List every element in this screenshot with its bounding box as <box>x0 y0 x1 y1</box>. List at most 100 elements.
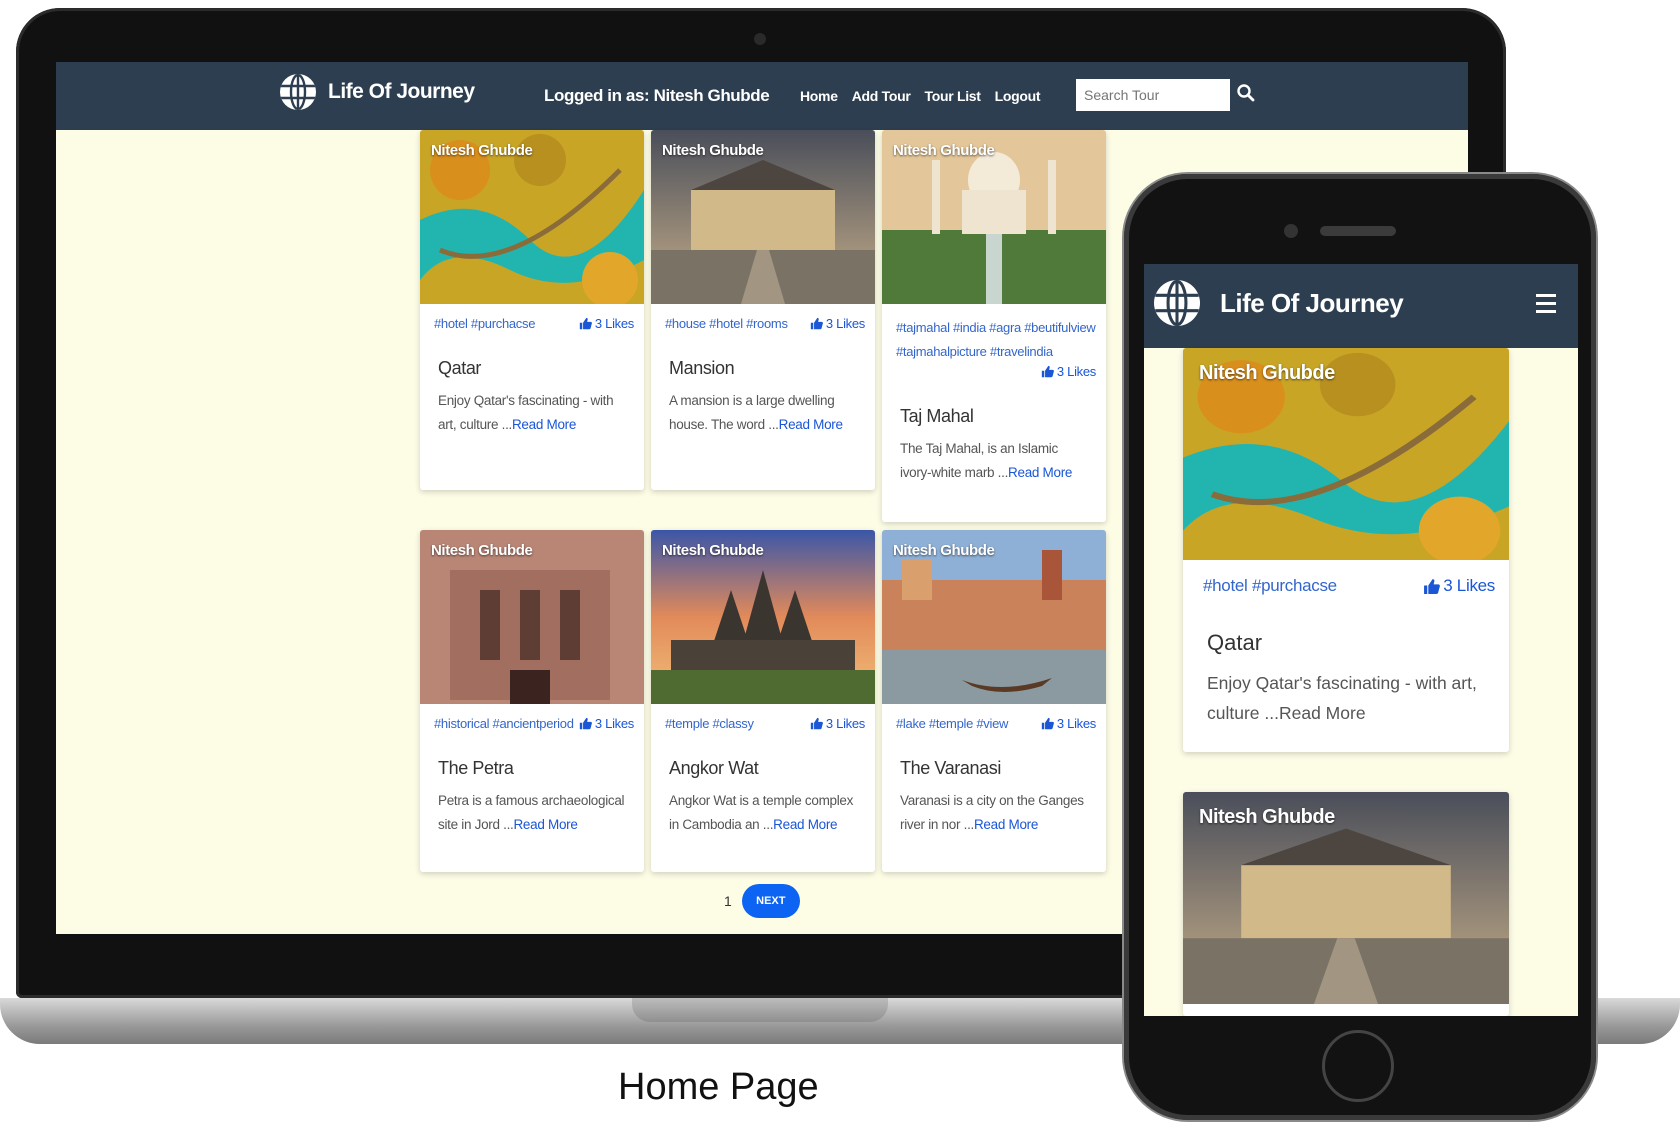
tour-image: Nitesh Ghubde <box>1183 348 1509 560</box>
tour-card[interactable]: Nitesh Ghubde #hotel #purchacse 3 Likes … <box>420 130 644 490</box>
caption: Home Page <box>618 1066 819 1108</box>
card-tags-row: #tajmahal #india #agra #beutifulview #ta… <box>882 304 1106 384</box>
thumbs-up-icon <box>579 317 592 330</box>
card-author: Nitesh Ghubde <box>1199 362 1335 384</box>
search-input[interactable] <box>1076 79 1230 111</box>
card-author: Nitesh Ghubde <box>893 542 995 559</box>
card-tags[interactable]: #historical #ancientperiod <box>434 716 574 731</box>
card-tags-row: #house #hotel #rooms 3 Likes <box>651 304 875 336</box>
tour-image: Nitesh Ghubde <box>882 530 1106 704</box>
nav-tour-list[interactable]: Tour List <box>924 88 980 104</box>
card-likes-count: 3 Likes <box>1056 364 1096 379</box>
card-author: Nitesh Ghubde <box>662 542 764 559</box>
card-likes-count: 3 Likes <box>594 716 634 731</box>
card-likes[interactable]: 3 Likes <box>1041 716 1096 731</box>
card-title: Taj Mahal <box>900 406 974 426</box>
card-description: Petra is a famous archaeological site in… <box>420 779 644 837</box>
card-author: Nitesh Ghubde <box>1199 806 1335 828</box>
card-title: The Petra <box>438 758 514 778</box>
tour-image: Nitesh Ghubde <box>420 130 644 304</box>
card-tags[interactable]: #hotel #purchacse <box>434 316 535 331</box>
card-likes-count: 3 Likes <box>1443 576 1495 595</box>
thumbs-up-icon <box>579 717 592 730</box>
nav-home[interactable]: Home <box>800 88 838 104</box>
navbar: Life Of Journey Logged in as: Nitesh Ghu… <box>56 62 1468 130</box>
card-likes[interactable]: 3 Likes <box>1423 576 1495 596</box>
tour-image: Nitesh Ghubde <box>882 130 1106 304</box>
next-page-button[interactable]: NEXT <box>741 884 800 918</box>
card-likes[interactable]: 3 Likes <box>1041 364 1096 379</box>
laptop-camera <box>754 33 766 45</box>
phone-frame: Life Of Journey Nitesh Ghubde #hotel #pu… <box>1124 174 1596 1120</box>
tour-card[interactable]: Nitesh Ghubde #temple #classy 3 Likes An… <box>651 530 875 872</box>
thumbs-up-icon <box>1041 365 1054 378</box>
card-tags[interactable]: #temple #classy <box>665 716 754 731</box>
card-likes-count: 3 Likes <box>594 316 634 331</box>
laptop-notch <box>632 998 888 1022</box>
search-icon[interactable] <box>1236 83 1256 103</box>
card-title: The Varanasi <box>900 758 1001 778</box>
card-description: The Taj Mahal, is an Islamic ivory-white… <box>882 427 1106 485</box>
tour-image: Nitesh Ghubde <box>420 530 644 704</box>
card-tags-row: #lake #temple #view 3 Likes <box>882 704 1106 736</box>
read-more-link[interactable]: Read More <box>974 817 1038 832</box>
card-tags-row: #hotel #purchacse 3 Likes <box>420 304 644 336</box>
tour-card[interactable]: Nitesh Ghubde #lake #temple #view 3 Like… <box>882 530 1106 872</box>
mobile-tour-card[interactable]: Nitesh Ghubde <box>1183 792 1509 1016</box>
card-likes-count: 3 Likes <box>825 716 865 731</box>
read-more-link[interactable]: Read More <box>779 417 843 432</box>
card-tags[interactable]: #house #hotel #rooms <box>665 316 788 331</box>
mobile-tour-card[interactable]: Nitesh Ghubde #hotel #purchacse 3 Likes … <box>1183 348 1509 752</box>
read-more-link[interactable]: Read More <box>513 817 577 832</box>
phone-home-button[interactable] <box>1322 1030 1394 1102</box>
card-author: Nitesh Ghubde <box>893 142 995 159</box>
card-likes[interactable]: 3 Likes <box>579 316 634 331</box>
hamburger-menu-icon[interactable] <box>1536 294 1556 316</box>
tour-image: Nitesh Ghubde <box>651 530 875 704</box>
brand[interactable]: Life Of Journey <box>280 74 475 110</box>
card-description: Enjoy Qatar's fascinating - with art, cu… <box>420 379 644 437</box>
thumbs-up-icon <box>1424 578 1441 594</box>
read-more-link[interactable]: Read More <box>1279 703 1366 723</box>
logged-in-label: Logged in as: Nitesh Ghubde <box>544 86 770 105</box>
card-author: Nitesh Ghubde <box>662 142 764 159</box>
card-title: Qatar <box>438 358 482 378</box>
read-more-link[interactable]: Read More <box>512 417 576 432</box>
read-more-link[interactable]: Read More <box>1008 465 1072 480</box>
tour-image: Nitesh Ghubde <box>1183 792 1509 1004</box>
card-likes[interactable]: 3 Likes <box>579 716 634 731</box>
thumbs-up-icon <box>810 317 823 330</box>
mobile-brand-name: Life Of Journey <box>1220 287 1404 318</box>
page-number[interactable]: 1 <box>724 893 732 909</box>
read-more-link[interactable]: Read More <box>773 817 837 832</box>
thumbs-up-icon <box>810 717 823 730</box>
card-description: Varanasi is a city on the Ganges river i… <box>882 779 1106 837</box>
thumbs-up-icon <box>1041 717 1054 730</box>
mobile-screen: Life Of Journey Nitesh Ghubde #hotel #pu… <box>1144 264 1578 1016</box>
card-likes[interactable]: 3 Likes <box>810 716 865 731</box>
globe-icon <box>280 74 316 110</box>
card-tags-row: #temple #classy 3 Likes <box>651 704 875 736</box>
card-likes[interactable]: 3 Likes <box>810 316 865 331</box>
mobile-brand[interactable]: Life Of Journey <box>1154 280 1404 326</box>
nav-links: Home Add Tour Tour List Logout <box>800 88 1041 104</box>
tour-card[interactable]: Nitesh Ghubde #house #hotel #rooms 3 Lik… <box>651 130 875 490</box>
tour-card[interactable]: Nitesh Ghubde #tajmahal #india #agra #be… <box>882 130 1106 522</box>
tour-image: Nitesh Ghubde <box>651 130 875 304</box>
card-description: Angkor Wat is a temple complex in Cambod… <box>651 779 875 837</box>
card-title: Angkor Wat <box>669 758 759 778</box>
nav-add-tour[interactable]: Add Tour <box>852 88 911 104</box>
globe-icon <box>1154 280 1200 326</box>
brand-name: Life Of Journey <box>328 80 475 103</box>
phone-camera <box>1284 224 1298 238</box>
mobile-navbar: Life Of Journey <box>1144 264 1578 348</box>
card-title: Qatar <box>1207 630 1263 655</box>
tour-card[interactable]: Nitesh Ghubde #historical #ancientperiod… <box>420 530 644 872</box>
nav-logout[interactable]: Logout <box>995 88 1041 104</box>
card-tags[interactable]: #tajmahal #india #agra #beutifulview #ta… <box>896 316 1096 364</box>
card-tags[interactable]: #hotel #purchacse <box>1203 576 1337 596</box>
card-likes-count: 3 Likes <box>825 316 865 331</box>
card-title: Mansion <box>669 358 735 378</box>
card-tags[interactable]: #lake #temple #view <box>896 716 1008 731</box>
card-author: Nitesh Ghubde <box>431 542 533 559</box>
